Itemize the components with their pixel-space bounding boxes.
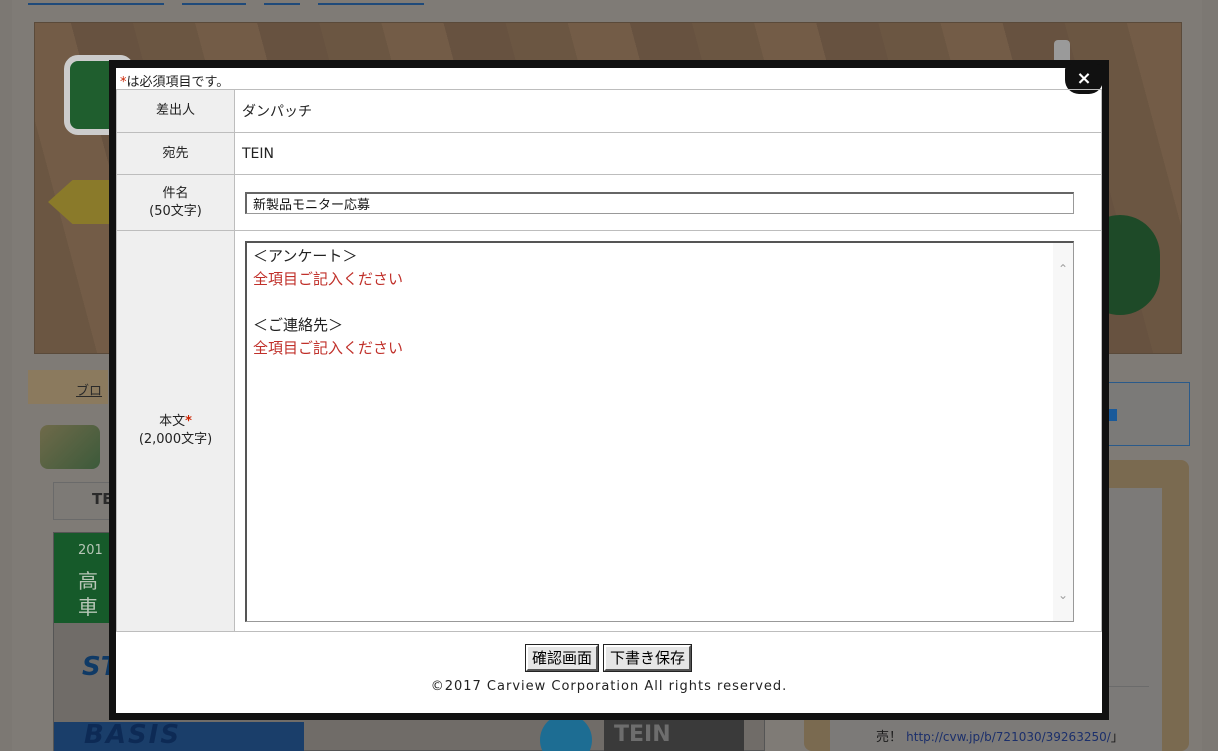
- message-modal: *は必須項目です。 × 差出人 ダンパッチ 宛先 TEIN 件名 (50文字): [109, 60, 1109, 720]
- body-label-text: 本文: [159, 414, 186, 429]
- body-line: ＜ご連絡先＞: [253, 315, 344, 334]
- pencil-icon: [40, 425, 100, 469]
- sender-value: ダンパッチ: [234, 89, 1102, 133]
- body-line: 全項目ご記入ください: [253, 269, 404, 288]
- ad-brand-text: TEIN: [614, 722, 671, 747]
- top-link[interactable]: [182, 2, 247, 5]
- sender-label: 差出人: [116, 89, 235, 133]
- textarea-scrollbar[interactable]: ⌃ ⌄: [1053, 242, 1073, 621]
- subject-input[interactable]: [245, 191, 1074, 214]
- ad-basis-text: BASIS: [84, 720, 182, 750]
- top-link[interactable]: [318, 2, 425, 5]
- top-links: [28, 0, 438, 5]
- confirm-button[interactable]: 確認画面: [524, 644, 600, 672]
- body-label: 本文* (2,000文字): [116, 230, 235, 632]
- recipient-label: 宛先: [116, 132, 235, 175]
- required-note: *は必須項目です。: [120, 71, 229, 90]
- body-label-limit: (2,000文字): [138, 432, 213, 447]
- action-buttons: 確認画面 下書き保存: [524, 644, 697, 672]
- ad-text-line: 201: [78, 543, 103, 558]
- body-line: ＜アンケート＞: [253, 246, 358, 265]
- link-prefix: 売！: [876, 730, 903, 745]
- blog-link[interactable]: http://cvw.jp/b/721030/39263250/: [906, 730, 1111, 744]
- subject-cell: [234, 174, 1102, 231]
- message-form: 差出人 ダンパッチ 宛先 TEIN 件名 (50文字) 本文* (2,000: [116, 89, 1102, 632]
- right-column-text: 売！ http://cvw.jp/b/721030/39263250/」: [876, 726, 1124, 745]
- ad-green-panel: 201 高 車: [54, 533, 116, 623]
- link-suffix: 」: [1110, 730, 1124, 745]
- recipient-row: 宛先 TEIN: [116, 132, 1102, 175]
- body-cell: ＜アンケート＞ 全項目ご記入ください ＜ご連絡先＞ 全項目ご記入ください ⌃ ⌄: [234, 230, 1102, 632]
- modal-content: *は必須項目です。 × 差出人 ダンパッチ 宛先 TEIN 件名 (50文字): [116, 64, 1103, 713]
- body-label-title: 本文*: [117, 413, 234, 431]
- required-note-text: は必須項目です。: [126, 75, 230, 90]
- ad-text-line: 高: [78, 569, 98, 593]
- subject-label: 件名 (50文字): [116, 174, 235, 231]
- subject-label-title: 件名: [162, 185, 189, 201]
- subject-row: 件名 (50文字): [116, 174, 1102, 231]
- right-info-box: [1104, 382, 1190, 446]
- chevron-down-icon[interactable]: ⌄: [1057, 589, 1069, 601]
- required-star: *: [185, 414, 192, 429]
- subject-label-limit: (50文字): [149, 203, 202, 219]
- chevron-up-icon[interactable]: ⌃: [1057, 263, 1069, 275]
- recipient-value: TEIN: [234, 132, 1102, 175]
- save-draft-button[interactable]: 下書き保存: [603, 644, 693, 672]
- body-text: ＜アンケート＞ 全項目ご記入ください ＜ご連絡先＞ 全項目ご記入ください: [253, 245, 403, 360]
- body-textarea[interactable]: ＜アンケート＞ 全項目ご記入ください ＜ご連絡先＞ 全項目ご記入ください ⌃ ⌄: [245, 240, 1074, 622]
- body-row: 本文* (2,000文字) ＜アンケート＞ 全項目ご記入ください ＜ご連絡先＞ …: [116, 230, 1102, 632]
- sender-row: 差出人 ダンパッチ: [116, 89, 1102, 133]
- body-line: [253, 291, 403, 314]
- body-line: 全項目ご記入ください: [253, 338, 404, 357]
- top-link[interactable]: [28, 2, 164, 5]
- square-icon: [1109, 409, 1117, 421]
- copyright-text: ©2017 Carview Corporation All rights res…: [430, 679, 788, 694]
- top-link[interactable]: [264, 2, 301, 5]
- ad-text-line: 車: [78, 595, 98, 619]
- close-icon: ×: [1076, 68, 1092, 89]
- modal-footer: 確認画面 下書き保存 ©2017 Carview Corporation All …: [116, 631, 1102, 713]
- blog-tab-label: ブロ: [76, 384, 103, 399]
